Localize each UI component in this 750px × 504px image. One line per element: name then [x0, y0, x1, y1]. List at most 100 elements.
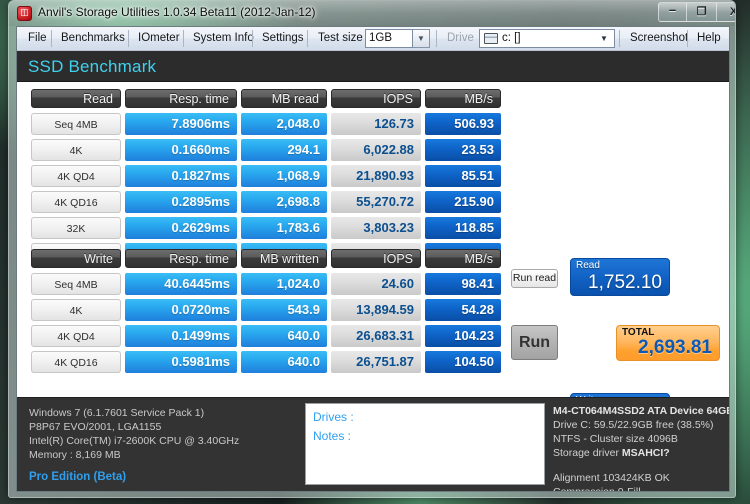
row-mb-read: 1,068.9	[241, 165, 327, 187]
row-label: 4K QD16	[31, 191, 121, 213]
read-header-mb: MB read	[241, 89, 327, 108]
menu-bar: File Benchmarks IOmeter System Info Sett…	[17, 27, 729, 51]
drive-filesystem: NTFS - Cluster size 4096B	[553, 433, 678, 445]
write-header-resp: Resp. time	[125, 249, 237, 268]
row-mb-read: 2,048.0	[241, 113, 327, 135]
row-mb-read: 2,698.8	[241, 191, 327, 213]
row-mbs: 54.28	[425, 299, 501, 321]
test-size-dropdown-arrow[interactable]: ▼	[413, 29, 430, 48]
table-row: 4K QD4 0.1827ms 1,068.9 21,890.93 85.51	[31, 165, 501, 187]
notes-panel[interactable]: Drives : Notes :	[305, 403, 545, 485]
test-size-input[interactable]: 1GB	[365, 29, 413, 48]
menu-item-system-info[interactable]: System Info	[186, 27, 261, 50]
window-title: Anvil's Storage Utilities 1.0.34 Beta11 …	[38, 5, 316, 19]
menu-separator	[619, 30, 620, 47]
row-label: 4K QD4	[31, 165, 121, 187]
table-row: 4K QD16 0.2895ms 2,698.8 55,270.72 215.9…	[31, 191, 501, 213]
row-label: Seq 4MB	[31, 113, 121, 135]
row-iops: 126.73	[331, 113, 421, 135]
drive-model: M4-CT064M4SSD2 ATA Device 64GB/0(	[553, 405, 730, 417]
run-read-button[interactable]: Run read	[511, 269, 558, 288]
row-label: 4K	[31, 139, 121, 161]
row-resp-time: 7.8906ms	[125, 113, 237, 135]
read-header-resp: Resp. time	[125, 89, 237, 108]
row-iops: 6,022.88	[331, 139, 421, 161]
anvil-app-icon: ◫	[17, 6, 32, 21]
write-header-mb: MB written	[241, 249, 327, 268]
client-area: File Benchmarks IOmeter System Info Sett…	[16, 26, 730, 492]
row-mbs: 118.85	[425, 217, 501, 239]
minimize-icon: –	[668, 2, 677, 17]
system-memory: Memory : 8,169 MB	[29, 449, 121, 461]
drive-info-block: M4-CT064M4SSD2 ATA Device 64GB/0( Drive …	[553, 404, 730, 492]
menu-separator	[436, 30, 437, 47]
row-resp-time: 40.6445ms	[125, 273, 237, 295]
total-score-panel: TOTAL 2,693.81	[616, 325, 720, 361]
menu-item-file[interactable]: File	[21, 27, 54, 50]
system-info-block: Windows 7 (6.1.7601 Service Pack 1) P8P6…	[29, 406, 299, 484]
row-iops: 26,751.87	[331, 351, 421, 373]
row-label: Seq 4MB	[31, 273, 121, 295]
storage-driver-value: MSAHCI?	[621, 447, 670, 459]
drive-label: Drive	[447, 32, 474, 44]
run-button[interactable]: Run	[511, 325, 558, 360]
system-board: P8P67 EVO/2001, LGA1155	[29, 421, 162, 433]
maximize-button[interactable]: ❐	[687, 2, 716, 22]
menu-separator	[183, 30, 184, 47]
write-header-name: Write	[31, 249, 121, 268]
row-iops: 24.60	[331, 273, 421, 295]
close-button[interactable]: X	[716, 2, 735, 22]
write-table-header-row: Write Resp. time MB written IOPS MB/s	[31, 249, 501, 268]
page-title: SSD Benchmark	[28, 57, 157, 76]
menu-item-iometer[interactable]: IOmeter	[131, 27, 187, 50]
minimize-button[interactable]: –	[658, 2, 687, 22]
read-header-mbs: MB/s	[425, 89, 501, 108]
status-footer: Windows 7 (6.1.7601 Service Pack 1) P8P6…	[17, 397, 729, 491]
drive-alignment: Alignment 103424KB OK	[553, 472, 670, 484]
menu-item-settings[interactable]: Settings	[255, 27, 311, 50]
row-mb-written: 1,024.0	[241, 273, 327, 295]
menu-separator	[252, 30, 253, 47]
application-window: ◫ Anvil's Storage Utilities 1.0.34 Beta1…	[8, 0, 736, 498]
read-score-panel: Read 1,752.10	[570, 258, 670, 296]
row-mb-written: 640.0	[241, 351, 327, 373]
drive-icon	[484, 33, 498, 44]
test-size-label: Test size	[318, 32, 363, 44]
table-row: 4K QD4 0.1499ms 640.0 26,683.31 104.23	[31, 325, 501, 347]
row-resp-time: 0.2629ms	[125, 217, 237, 239]
write-results-table: Write Resp. time MB written IOPS MB/s Se…	[31, 249, 501, 377]
row-resp-time: 0.1660ms	[125, 139, 237, 161]
drive-capacity: Drive C: 59.5/22.9GB free (38.5%)	[553, 419, 714, 431]
menu-item-benchmarks[interactable]: Benchmarks	[54, 27, 132, 50]
storage-driver-label: Storage driver	[553, 447, 619, 459]
row-mb-read: 1,783.6	[241, 217, 327, 239]
menu-separator	[128, 30, 129, 47]
row-iops: 55,270.72	[331, 191, 421, 213]
edition-badge: Pro Edition (Beta)	[29, 471, 127, 483]
menu-item-screenshot[interactable]: Screenshot	[623, 27, 695, 50]
row-iops: 13,894.59	[331, 299, 421, 321]
row-mbs: 104.50	[425, 351, 501, 373]
row-mbs: 98.41	[425, 273, 501, 295]
row-mbs: 23.53	[425, 139, 501, 161]
chevron-down-icon: ▼	[600, 34, 608, 43]
row-mbs: 506.93	[425, 113, 501, 135]
row-iops: 21,890.93	[331, 165, 421, 187]
row-mbs: 215.90	[425, 191, 501, 213]
table-row: Seq 4MB 7.8906ms 2,048.0 126.73 506.93	[31, 113, 501, 135]
read-score-value: 1,752.10	[588, 272, 662, 293]
drive-select[interactable]: c: [] ▼	[479, 29, 615, 48]
row-label: 4K QD4	[31, 325, 121, 347]
menu-separator	[307, 30, 308, 47]
row-resp-time: 0.1827ms	[125, 165, 237, 187]
row-label: 32K	[31, 217, 121, 239]
menu-item-help[interactable]: Help	[690, 27, 728, 50]
total-score-value: 2,693.81	[638, 337, 712, 358]
row-mbs: 85.51	[425, 165, 501, 187]
row-resp-time: 0.1499ms	[125, 325, 237, 347]
title-bar: ◫ Anvil's Storage Utilities 1.0.34 Beta1…	[9, 1, 735, 26]
drive-compression: Compression 0-Fill	[553, 486, 641, 492]
row-resp-time: 0.0720ms	[125, 299, 237, 321]
row-mb-read: 294.1	[241, 139, 327, 161]
